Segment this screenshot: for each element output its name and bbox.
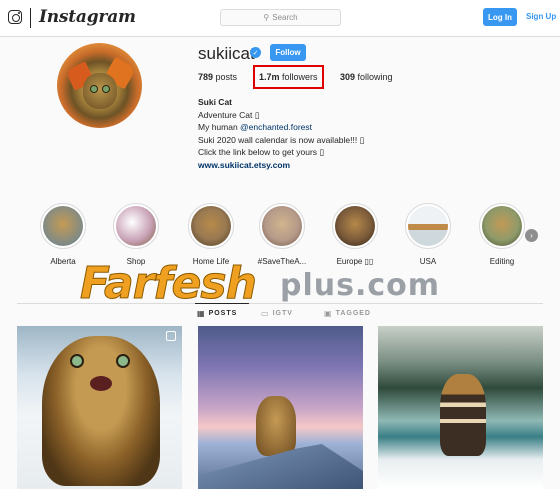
search-icon: ⚲: [263, 13, 270, 22]
avatar-cat-eye: [90, 85, 98, 93]
profile-avatar[interactable]: [57, 43, 142, 128]
avatar-cat-eye: [102, 85, 110, 93]
bio-name: Suki Cat: [198, 97, 233, 107]
highlight-ring: [259, 203, 305, 249]
post-cat-image: [440, 374, 486, 456]
signup-link[interactable]: Sign Up: [526, 12, 556, 21]
tab-label: TAGGED: [335, 310, 371, 317]
highlight-thumbnail: [335, 206, 375, 246]
profile-bio: Suki Cat Adventure Cat ▯ My human @encha…: [198, 96, 364, 172]
story-highlight[interactable]: Alberta: [38, 203, 88, 266]
posts-count-label: posts: [215, 72, 238, 82]
tv-icon: ▭: [261, 309, 270, 318]
watermark-secondary: plus.com: [280, 268, 441, 303]
cat-eye: [116, 354, 130, 368]
highlight-thumbnail: [116, 206, 156, 246]
tab-posts[interactable]: ▦ POSTS: [197, 309, 237, 318]
highlight-ring: [188, 203, 234, 249]
tabs-divider: [17, 303, 543, 304]
story-highlight[interactable]: Editing: [477, 203, 527, 266]
followers-highlight-box: [253, 65, 324, 89]
tab-label: POSTS: [208, 310, 238, 317]
instagram-wordmark[interactable]: Instagram: [39, 7, 136, 27]
tab-igtv[interactable]: ▭ IGTV: [261, 309, 293, 318]
carousel-icon: [166, 331, 176, 341]
highlight-label: Editing: [489, 257, 515, 266]
tab-label: IGTV: [272, 310, 293, 317]
grid-icon: ▦: [197, 309, 206, 318]
bio-line: My human @enchanted.forest: [198, 121, 364, 134]
highlight-thumbnail: [482, 206, 522, 246]
post-thumbnail[interactable]: [17, 326, 182, 489]
following-count-label: following: [357, 72, 393, 82]
bio-text: My human: [198, 122, 241, 133]
profile-username: sukiicat: [198, 44, 255, 63]
highlight-ring: [405, 203, 451, 249]
active-tab-indicator: [195, 303, 249, 304]
instagram-logo-icon[interactable]: [8, 10, 22, 24]
bio-website-link[interactable]: www.sukiicat.etsy.com: [198, 159, 364, 172]
highlight-thumbnail: [191, 206, 231, 246]
highlight-ring: [479, 203, 525, 249]
story-highlight[interactable]: Shop: [111, 203, 161, 266]
posts-count-value: 789: [198, 72, 214, 82]
logo-divider: [30, 8, 31, 28]
post-cat-image: [42, 336, 160, 486]
search-input[interactable]: ⚲ Search: [220, 9, 341, 26]
bio-line: Adventure Cat ▯: [198, 109, 260, 120]
tagged-icon: ▣: [324, 309, 333, 318]
highlight-ring: [113, 203, 159, 249]
verified-badge-icon: ✓: [250, 47, 261, 58]
highlight-thumbnail: [408, 206, 448, 246]
top-navigation-bar: Instagram ⚲ Search Log In Sign Up: [0, 0, 560, 37]
post-cat-image: [256, 396, 296, 456]
avatar-cat-face: [83, 73, 117, 109]
search-placeholder: Search: [272, 13, 298, 22]
posts-count: 789 posts: [198, 72, 237, 82]
highlight-thumbnail: [43, 206, 83, 246]
bio-line: Click the link below to get yours ▯: [198, 147, 325, 158]
post-thumbnail[interactable]: [198, 326, 363, 489]
bio-line: Suki 2020 wall calendar is now available…: [198, 134, 365, 145]
highlight-ring: [40, 203, 86, 249]
follow-button[interactable]: Follow: [270, 44, 306, 61]
bio-mention-link[interactable]: @enchanted.forest: [240, 122, 312, 132]
story-highlight[interactable]: Home Life: [186, 203, 236, 266]
story-highlight[interactable]: USA: [403, 203, 453, 266]
following-count[interactable]: 309 following: [340, 72, 393, 82]
story-highlight[interactable]: Europe ▯▯: [330, 203, 380, 266]
tab-tagged[interactable]: ▣ TAGGED: [324, 309, 371, 318]
login-button[interactable]: Log In: [483, 8, 517, 26]
post-thumbnail[interactable]: [378, 326, 543, 489]
story-highlight[interactable]: #SaveTheA...: [257, 203, 307, 266]
watermark: Farfesh plus.com: [80, 258, 480, 310]
following-count-value: 309: [340, 72, 356, 82]
watermark-primary: Farfesh: [80, 258, 258, 310]
chevron-right-icon[interactable]: ›: [525, 229, 538, 242]
highlight-thumbnail: [262, 206, 302, 246]
cat-mouth: [90, 376, 112, 391]
highlight-ring: [332, 203, 378, 249]
cat-eye: [70, 354, 84, 368]
